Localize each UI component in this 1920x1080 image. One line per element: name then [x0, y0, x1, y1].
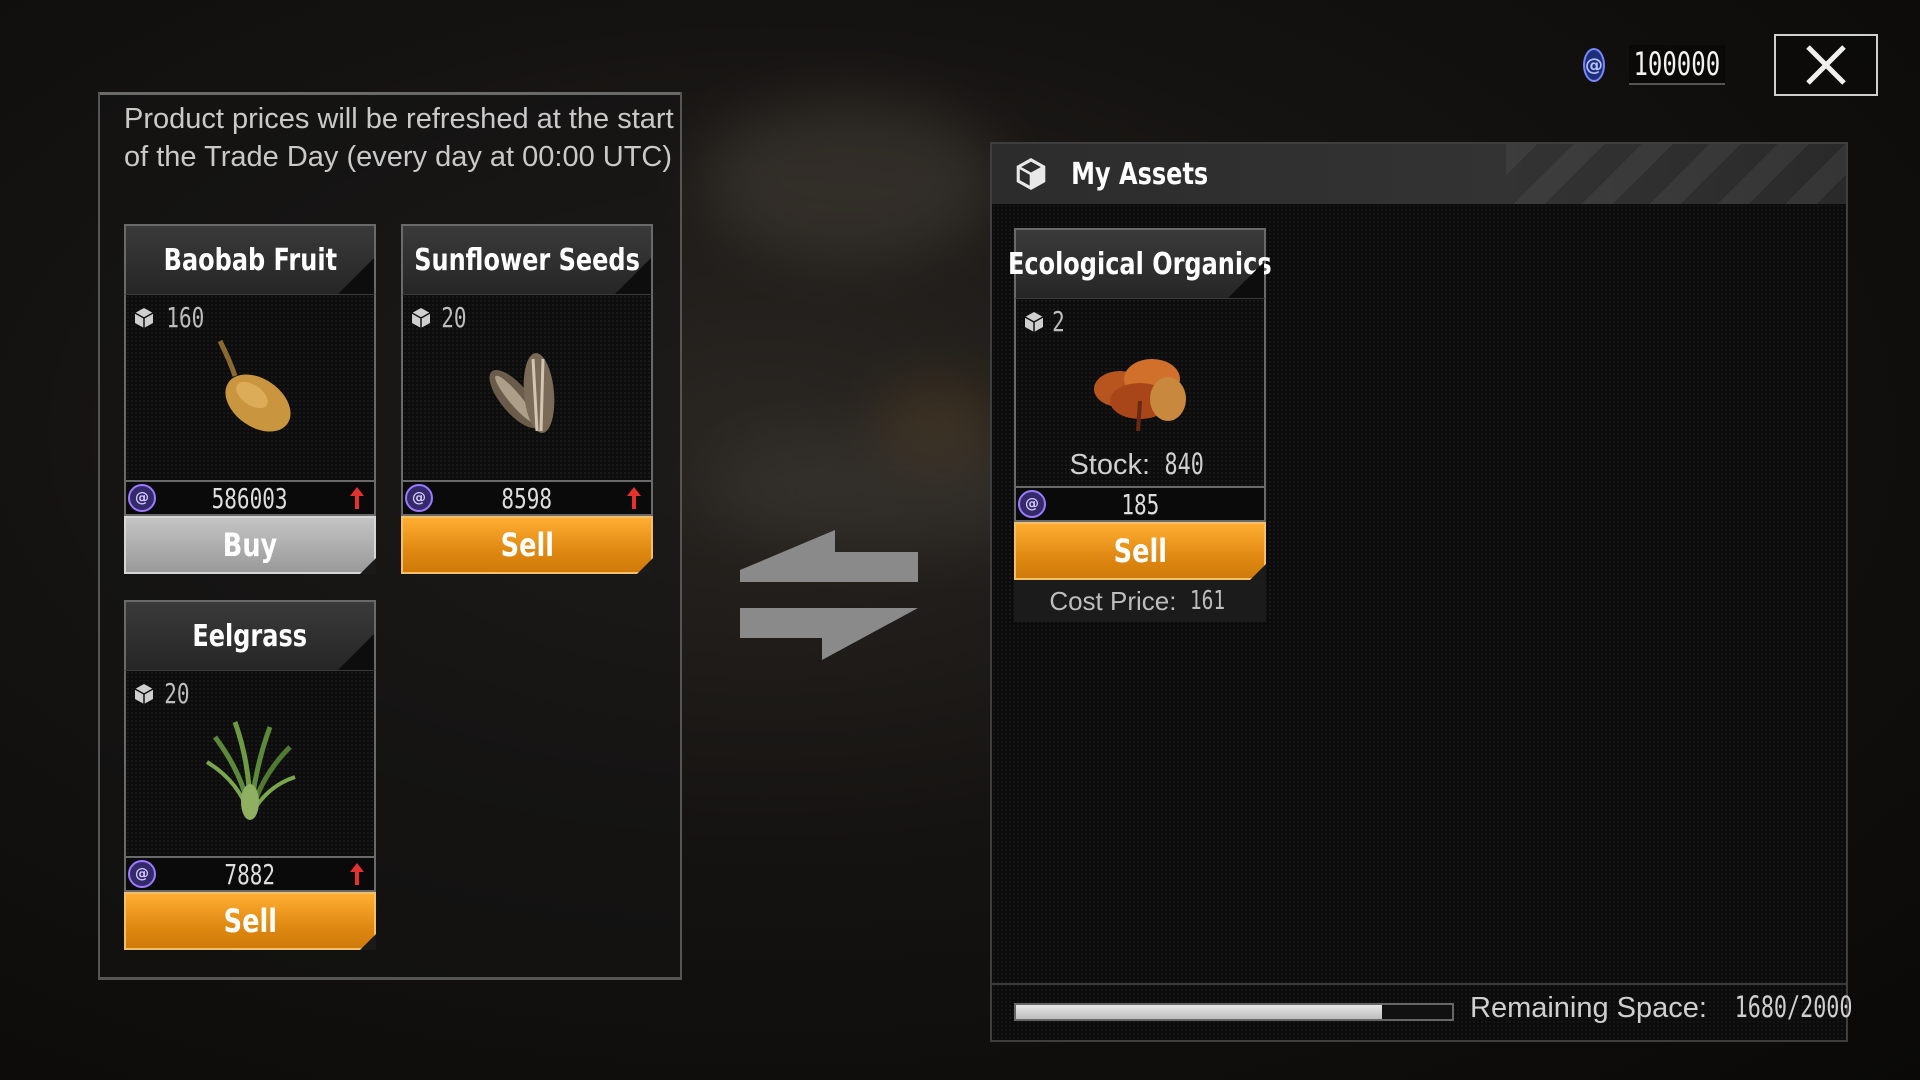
assets-title: My Assets [1071, 156, 1209, 192]
coin-icon: @ [1018, 490, 1046, 518]
market-item-sunflower-seeds[interactable]: Sunflower Seeds 20 @ 8598 Sell [401, 224, 653, 574]
quantity-value: 20 [164, 677, 190, 710]
box-icon [134, 683, 154, 704]
stock-label: Stock: [1069, 449, 1151, 481]
item-price-row: @ 586003 [124, 482, 376, 516]
market-item-baobab-fruit[interactable]: Baobab Fruit 160 @ 586003 Buy [124, 224, 376, 574]
close-icon [1806, 45, 1846, 85]
remaining-space-fill [1016, 1005, 1383, 1019]
stock-info: Stock: 840 [1016, 447, 1264, 482]
sell-button[interactable]: Sell [401, 516, 653, 574]
remaining-space-bar [1014, 1003, 1454, 1021]
box-icon [1016, 158, 1046, 190]
box-icon [1024, 311, 1044, 332]
box-icon [411, 307, 431, 328]
currency-display: @ 100000 [1583, 44, 1733, 86]
item-price-row: @ 7882 [124, 858, 376, 892]
buy-button[interactable]: Buy [124, 516, 376, 574]
background-blur [700, 100, 1000, 260]
asset-item-ecological-organics[interactable]: Ecological Organics 2 Stock: 840 @ 185 S… [1008, 228, 1272, 622]
item-quantity: 160 [132, 301, 211, 334]
coin-icon: @ [405, 484, 433, 512]
item-image-area: 2 Stock: 840 [1014, 298, 1266, 488]
baobab-fruit-image [217, 340, 291, 432]
remaining-space-label: Remaining Space: [1470, 992, 1707, 1024]
item-image-area: 20 [124, 670, 376, 858]
cost-value: 161 [1189, 586, 1225, 616]
background-blur [880, 380, 1000, 460]
currency-amount: 100000 [1628, 45, 1725, 85]
item-header: Sunflower Seeds [401, 224, 653, 294]
coin-icon: @ [1583, 48, 1605, 82]
quantity-value: 2 [1052, 305, 1065, 338]
cost-label: Cost Price: [1049, 585, 1177, 616]
assets-header: My Assets [992, 144, 1846, 204]
button-label: Sell [223, 902, 277, 940]
coin-icon: @ [128, 484, 156, 512]
box-icon [134, 307, 154, 328]
remaining-space-value: 1680/2000 [1734, 990, 1853, 1024]
button-label: Sell [1113, 532, 1167, 570]
price-up-arrow-icon [350, 487, 364, 509]
stock-value: 840 [1164, 447, 1204, 481]
item-price-row: @ 8598 [401, 482, 653, 516]
item-price: 586003 [212, 481, 288, 515]
sunflower-seeds-image [489, 353, 555, 434]
cost-price: Cost Price: 161 [1014, 580, 1266, 622]
item-quantity: 20 [132, 677, 194, 710]
quantity-value: 20 [441, 301, 467, 334]
item-header: Baobab Fruit [124, 224, 376, 294]
item-image-area: 160 [124, 294, 376, 482]
button-label: Sell [500, 526, 554, 564]
remaining-space-text: Remaining Space: 1680/2000 [1470, 990, 1872, 1025]
button-label: Buy [222, 526, 278, 564]
item-price: 8598 [501, 481, 553, 515]
item-quantity: 20 [409, 301, 471, 334]
item-price: 7882 [224, 857, 276, 891]
item-quantity: 2 [1022, 305, 1067, 338]
market-item-eelgrass[interactable]: Eelgrass 20 @ 7882 Sell [124, 600, 376, 950]
sell-button[interactable]: Sell [124, 892, 376, 950]
item-header: Ecological Organics [1008, 228, 1272, 298]
assets-footer-divider [990, 983, 1848, 985]
item-name: Baobab Fruit [163, 242, 337, 278]
item-price: 185 [1121, 487, 1159, 521]
item-name: Eelgrass [192, 618, 308, 654]
coin-icon: @ [128, 860, 156, 888]
close-button[interactable] [1774, 34, 1878, 96]
ecological-organics-image [1094, 359, 1186, 432]
eelgrass-image [205, 721, 296, 821]
quantity-value: 160 [166, 301, 205, 334]
item-price-row: @ 185 [1014, 488, 1266, 522]
item-header: Eelgrass [124, 600, 376, 670]
sell-button[interactable]: Sell [1014, 522, 1266, 580]
price-up-arrow-icon [350, 863, 364, 885]
item-name: Sunflower Seeds [414, 242, 640, 278]
swap-arrows-icon [740, 530, 918, 660]
price-up-arrow-icon [627, 487, 641, 509]
item-image-area: 20 [401, 294, 653, 482]
price-refresh-notice: Product prices will be refreshed at the … [124, 103, 674, 173]
